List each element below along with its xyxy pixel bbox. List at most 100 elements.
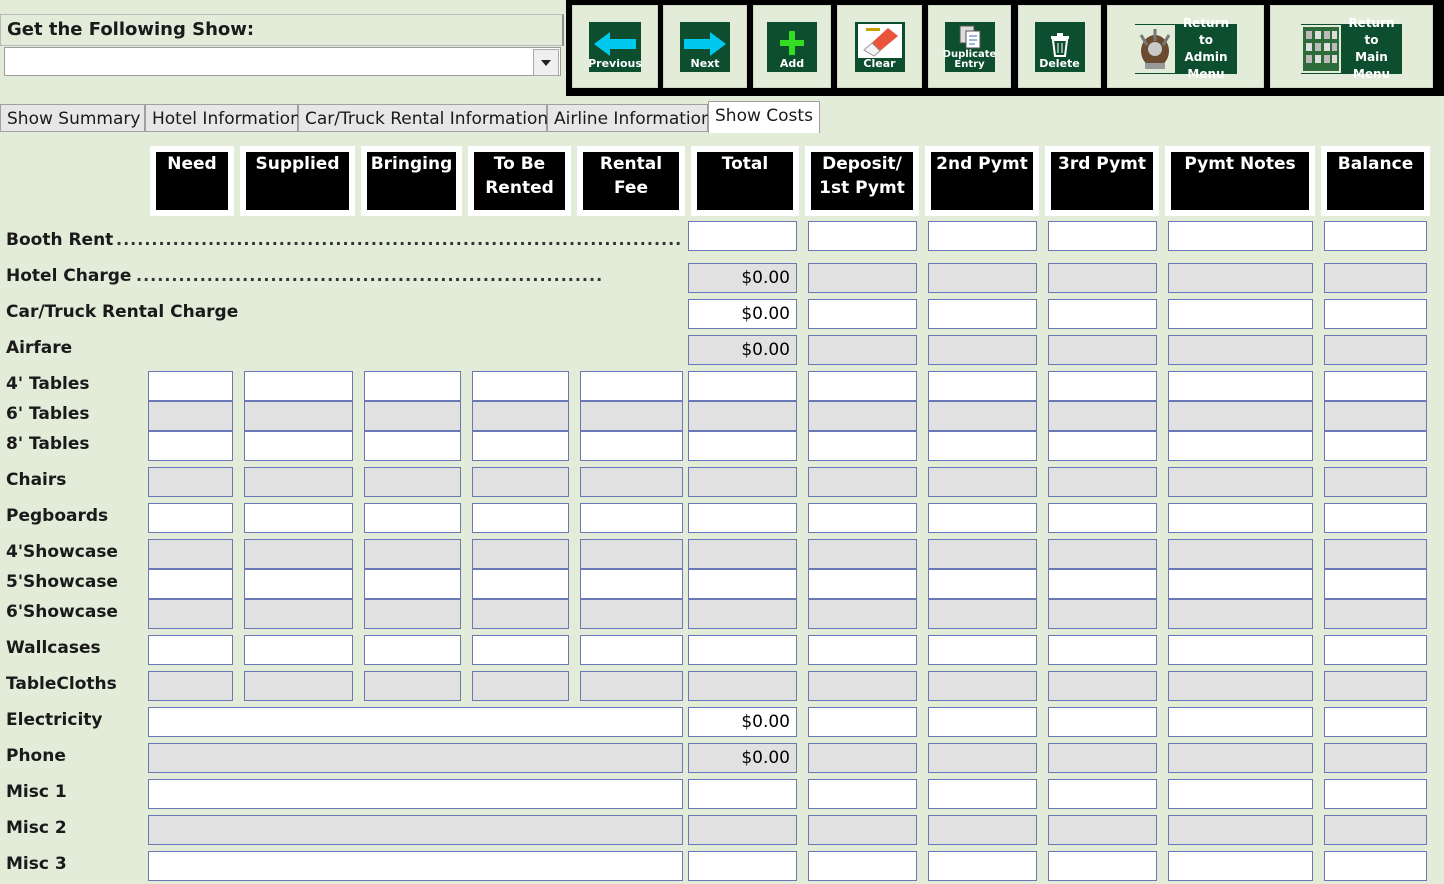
tables4-bringing-field[interactable] [364, 371, 461, 401]
electricity-balance-field[interactable] [1324, 707, 1427, 737]
misc2-total-field[interactable] [688, 815, 797, 845]
pegboards-2nd-pymt-field[interactable] [928, 503, 1037, 533]
tables4-balance-field[interactable] [1324, 371, 1427, 401]
wallcases-deposit-field[interactable] [808, 635, 917, 665]
misc1-balance-field[interactable] [1324, 779, 1427, 809]
tablecloths-balance-field[interactable] [1324, 671, 1427, 701]
airfare-pymt-notes-field[interactable] [1168, 335, 1313, 365]
showcase5-3rd-pymt-field[interactable] [1048, 569, 1157, 599]
tables8-3rd-pymt-field[interactable] [1048, 431, 1157, 461]
wallcases-supplied-field[interactable] [244, 635, 353, 665]
pegboards-balance-field[interactable] [1324, 503, 1427, 533]
dropdown-button[interactable] [533, 49, 559, 76]
tab-airline-information[interactable]: Airline Information [547, 104, 712, 132]
showcase6-rental-fee-field[interactable] [580, 599, 683, 629]
electricity-deposit-field[interactable] [808, 707, 917, 737]
car-truck-total-field[interactable]: $0.00 [688, 299, 797, 329]
misc3-pymt-notes-field[interactable] [1168, 851, 1313, 881]
pegboards-3rd-pymt-field[interactable] [1048, 503, 1157, 533]
tables6-total-field[interactable] [688, 401, 797, 431]
tablecloths-rental-fee-field[interactable] [580, 671, 683, 701]
wallcases-to-be-rented-field[interactable] [472, 635, 569, 665]
misc3-deposit-field[interactable] [808, 851, 917, 881]
showcase4-3rd-pymt-field[interactable] [1048, 539, 1157, 569]
chairs-balance-field[interactable] [1324, 467, 1427, 497]
tables4-pymt-notes-field[interactable] [1168, 371, 1313, 401]
hotel-charge-pymt-notes-field[interactable] [1168, 263, 1313, 293]
showcase4-supplied-field[interactable] [244, 539, 353, 569]
duplicate-entry-button[interactable]: Duplicate Entry [928, 5, 1011, 88]
delete-button[interactable]: Delete [1018, 5, 1101, 88]
hotel-charge-3rd-pymt-field[interactable] [1048, 263, 1157, 293]
tablecloths-deposit-field[interactable] [808, 671, 917, 701]
misc3-total-field[interactable] [688, 851, 797, 881]
booth-rent-total-field[interactable] [688, 221, 797, 251]
misc1-total-field[interactable] [688, 779, 797, 809]
tables6-pymt-notes-field[interactable] [1168, 401, 1313, 431]
pegboards-to-be-rented-field[interactable] [472, 503, 569, 533]
booth-rent-balance-field[interactable] [1324, 221, 1427, 251]
pegboards-need-field[interactable] [148, 503, 233, 533]
tables6-supplied-field[interactable] [244, 401, 353, 431]
showcase5-to-be-rented-field[interactable] [472, 569, 569, 599]
tables6-balance-field[interactable] [1324, 401, 1427, 431]
return-admin-menu-button[interactable]: Return to Admin Menu [1107, 5, 1264, 88]
showcase5-bringing-field[interactable] [364, 569, 461, 599]
clear-button[interactable]: Clear [837, 5, 922, 88]
showcase4-pymt-notes-field[interactable] [1168, 539, 1313, 569]
tablecloths-3rd-pymt-field[interactable] [1048, 671, 1157, 701]
chairs-supplied-field[interactable] [244, 467, 353, 497]
misc1-deposit-field[interactable] [808, 779, 917, 809]
tables8-balance-field[interactable] [1324, 431, 1427, 461]
showcase5-supplied-field[interactable] [244, 569, 353, 599]
misc3-3rd-pymt-field[interactable] [1048, 851, 1157, 881]
phone-pymt-notes-field[interactable] [1168, 743, 1313, 773]
chairs-3rd-pymt-field[interactable] [1048, 467, 1157, 497]
booth-rent-deposit-field[interactable] [808, 221, 917, 251]
misc2-pymt-notes-field[interactable] [1168, 815, 1313, 845]
showcase6-3rd-pymt-field[interactable] [1048, 599, 1157, 629]
electricity-3rd-pymt-field[interactable] [1048, 707, 1157, 737]
wallcases-bringing-field[interactable] [364, 635, 461, 665]
tables8-pymt-notes-field[interactable] [1168, 431, 1313, 461]
showcase4-total-field[interactable] [688, 539, 797, 569]
showcase6-supplied-field[interactable] [244, 599, 353, 629]
wallcases-need-field[interactable] [148, 635, 233, 665]
showcase6-2nd-pymt-field[interactable] [928, 599, 1037, 629]
tables8-total-field[interactable] [688, 431, 797, 461]
misc3-description-field[interactable] [148, 851, 683, 881]
pegboards-pymt-notes-field[interactable] [1168, 503, 1313, 533]
wallcases-rental-fee-field[interactable] [580, 635, 683, 665]
showcase4-rental-fee-field[interactable] [580, 539, 683, 569]
misc1-2nd-pymt-field[interactable] [928, 779, 1037, 809]
misc3-balance-field[interactable] [1324, 851, 1427, 881]
misc1-description-field[interactable] [148, 779, 683, 809]
tables4-total-field[interactable] [688, 371, 797, 401]
showcase6-to-be-rented-field[interactable] [472, 599, 569, 629]
airfare-3rd-pymt-field[interactable] [1048, 335, 1157, 365]
wallcases-2nd-pymt-field[interactable] [928, 635, 1037, 665]
showcase5-total-field[interactable] [688, 569, 797, 599]
tablecloths-supplied-field[interactable] [244, 671, 353, 701]
tables8-rental-fee-field[interactable] [580, 431, 683, 461]
wallcases-total-field[interactable] [688, 635, 797, 665]
wallcases-balance-field[interactable] [1324, 635, 1427, 665]
chairs-rental-fee-field[interactable] [580, 467, 683, 497]
tables6-3rd-pymt-field[interactable] [1048, 401, 1157, 431]
car-truck-deposit-field[interactable] [808, 299, 917, 329]
tablecloths-need-field[interactable] [148, 671, 233, 701]
pegboards-bringing-field[interactable] [364, 503, 461, 533]
phone-total-field[interactable]: $0.00 [688, 743, 797, 773]
airfare-2nd-pymt-field[interactable] [928, 335, 1037, 365]
previous-button[interactable]: Previous [572, 5, 658, 88]
misc1-pymt-notes-field[interactable] [1168, 779, 1313, 809]
tables6-deposit-field[interactable] [808, 401, 917, 431]
hotel-charge-balance-field[interactable] [1324, 263, 1427, 293]
tables8-deposit-field[interactable] [808, 431, 917, 461]
showcase5-deposit-field[interactable] [808, 569, 917, 599]
tables8-supplied-field[interactable] [244, 431, 353, 461]
show-select-combobox[interactable] [4, 47, 561, 76]
showcase4-need-field[interactable] [148, 539, 233, 569]
chairs-pymt-notes-field[interactable] [1168, 467, 1313, 497]
phone-3rd-pymt-field[interactable] [1048, 743, 1157, 773]
